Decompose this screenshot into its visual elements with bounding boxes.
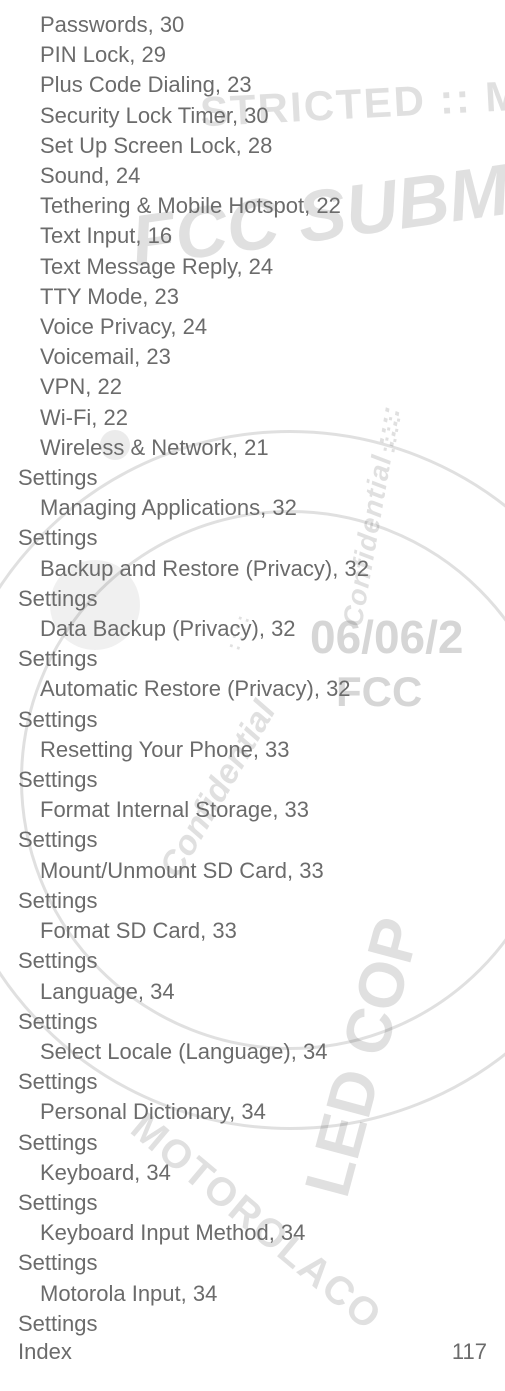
index-top-entry: Settings (18, 1309, 487, 1339)
index-top-entry: Settings (18, 765, 487, 795)
index-sub-entry: Text Input, 16 (18, 221, 487, 251)
index-top-entry: Settings (18, 584, 487, 614)
index-sub-entry: Automatic Restore (Privacy), 32 (18, 674, 487, 704)
index-sub-entry: Wi-Fi, 22 (18, 403, 487, 433)
index-top-entry: Settings (18, 1248, 487, 1278)
index-top-entry: Settings (18, 463, 487, 493)
index-sub-entry: Voicemail, 23 (18, 342, 487, 372)
index-sub-entry: Keyboard, 34 (18, 1158, 487, 1188)
index-sub-entry: Plus Code Dialing, 23 (18, 70, 487, 100)
footer-page-number: 117 (452, 1339, 487, 1365)
index-sub-entry: Format Internal Storage, 33 (18, 795, 487, 825)
index-sub-entry: Resetting Your Phone, 33 (18, 735, 487, 765)
index-content: Passwords, 30PIN Lock, 29Plus Code Diali… (0, 0, 505, 1339)
index-sub-entry: Personal Dictionary, 34 (18, 1097, 487, 1127)
index-sub-entry: Format SD Card, 33 (18, 916, 487, 946)
index-sub-entry: VPN, 22 (18, 372, 487, 402)
index-sub-entry: PIN Lock, 29 (18, 40, 487, 70)
index-sub-entry: Language, 34 (18, 977, 487, 1007)
index-sub-entry: Security Lock Timer, 30 (18, 101, 487, 131)
index-top-entry: Settings (18, 705, 487, 735)
index-sub-entry: Set Up Screen Lock, 28 (18, 131, 487, 161)
page-footer: Index 117 (18, 1339, 487, 1365)
index-top-entry: Settings (18, 825, 487, 855)
index-sub-entry: Passwords, 30 (18, 10, 487, 40)
index-top-entry: Settings (18, 1007, 487, 1037)
index-sub-entry: Data Backup (Privacy), 32 (18, 614, 487, 644)
index-sub-entry: Mount/Unmount SD Card, 33 (18, 856, 487, 886)
index-sub-entry: Backup and Restore (Privacy), 32 (18, 554, 487, 584)
index-sub-entry: TTY Mode, 23 (18, 282, 487, 312)
index-top-entry: Settings (18, 886, 487, 916)
index-top-entry: Settings (18, 1067, 487, 1097)
index-top-entry: Settings (18, 1128, 487, 1158)
index-sub-entry: Wireless & Network, 21 (18, 433, 487, 463)
index-sub-entry: Motorola Input, 34 (18, 1279, 487, 1309)
index-sub-entry: Tethering & Mobile Hotspot, 22 (18, 191, 487, 221)
index-top-entry: Settings (18, 523, 487, 553)
index-top-entry: Settings (18, 1188, 487, 1218)
index-top-entry: Settings (18, 644, 487, 674)
index-sub-entry: Managing Applications, 32 (18, 493, 487, 523)
index-sub-entry: Sound, 24 (18, 161, 487, 191)
index-sub-entry: Voice Privacy, 24 (18, 312, 487, 342)
index-sub-entry: Keyboard Input Method, 34 (18, 1218, 487, 1248)
index-sub-entry: Text Message Reply, 24 (18, 252, 487, 282)
index-top-entry: Settings (18, 946, 487, 976)
index-sub-entry: Select Locale (Language), 34 (18, 1037, 487, 1067)
footer-section-label: Index (18, 1339, 72, 1365)
